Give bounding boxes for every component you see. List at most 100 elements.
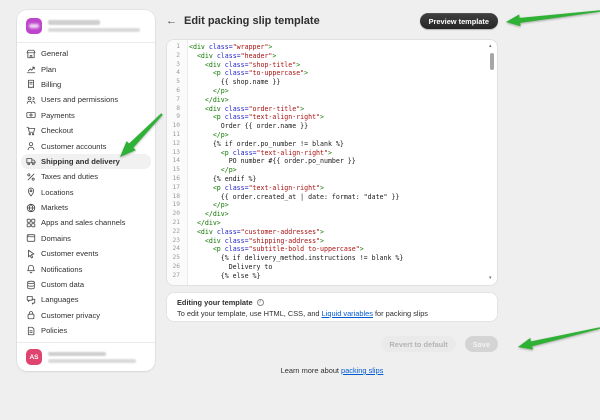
packing-slips-link[interactable]: packing slips — [341, 366, 383, 375]
settings-sidebar: General Plan Billing Users and permissio… — [17, 10, 155, 371]
document-icon — [26, 326, 36, 336]
sidebar-item-checkout[interactable]: Checkout — [21, 123, 151, 138]
page-header: ← Edit packing slip template Preview tem… — [166, 12, 498, 30]
line-number: 9 — [167, 113, 184, 122]
line-number: 19 — [167, 201, 184, 210]
info-icon[interactable]: i — [257, 299, 264, 306]
store-switcher[interactable] — [17, 10, 155, 43]
sidebar-item-taxes-and-duties[interactable]: Taxes and duties — [21, 169, 151, 184]
code-line[interactable]: 26 Delivery to — [167, 263, 487, 272]
line-number: 2 — [167, 52, 184, 61]
line-number: 13 — [167, 149, 184, 158]
domain-icon — [26, 233, 36, 243]
scrollbar-thumb[interactable] — [490, 53, 494, 70]
page-title: Edit packing slip template — [184, 15, 320, 27]
sidebar-item-customer-events[interactable]: Customer events — [21, 246, 151, 261]
account-switcher[interactable]: AS — [17, 342, 155, 371]
account-name-redacted — [48, 352, 106, 356]
liquid-variables-link[interactable]: Liquid variables — [322, 309, 373, 318]
translate-icon — [26, 295, 36, 305]
sidebar-item-customer-privacy[interactable]: Customer privacy — [21, 308, 151, 323]
code-line[interactable]: 6 </p> — [167, 87, 487, 96]
code-line[interactable]: 18 {{ order.created_at | date: format: "… — [167, 193, 487, 202]
sidebar-item-shipping-and-delivery[interactable]: Shipping and delivery — [21, 154, 151, 169]
line-number: 27 — [167, 272, 184, 281]
code-line[interactable]: 19 </p> — [167, 201, 487, 210]
code-line[interactable]: 22 <div class="customer-addresses"> — [167, 228, 487, 237]
line-number: 18 — [167, 193, 184, 202]
line-number: 15 — [167, 166, 184, 175]
line-number: 11 — [167, 131, 184, 140]
code-line[interactable]: 3 <div class="shop-title"> — [167, 61, 487, 70]
code-line[interactable]: 14 PO number #{{ order.po_number }} — [167, 157, 487, 166]
sidebar-item-domains[interactable]: Domains — [21, 231, 151, 246]
actions-row: Revert to default Save — [166, 336, 498, 352]
arrow-to-preview-template — [506, 10, 600, 26]
scroll-up-icon[interactable]: ▴ — [489, 44, 492, 49]
code-line[interactable]: 20 </div> — [167, 210, 487, 219]
revert-to-default-button[interactable]: Revert to default — [381, 336, 455, 352]
code-line[interactable]: 4 <p class="to-uppercase"> — [167, 69, 487, 78]
account-email-redacted — [48, 359, 136, 363]
line-number: 5 — [167, 78, 184, 87]
sidebar-item-locations[interactable]: Locations — [21, 185, 151, 200]
code-line[interactable]: 5 {{ shop.name }} — [167, 78, 487, 87]
code-line[interactable]: 1<div class="wrapper"> — [167, 43, 487, 52]
grid-icon — [26, 218, 36, 228]
cart-icon — [26, 126, 36, 136]
code-line[interactable]: 21 </div> — [167, 219, 487, 228]
line-number: 20 — [167, 210, 184, 219]
editing-info-panel: Editing your template i To edit your tem… — [166, 292, 498, 322]
code-line[interactable]: 12 {% if order.po_number != blank %} — [167, 140, 487, 149]
code-line[interactable]: 27 {% else %} — [167, 272, 487, 281]
store-domain-redacted — [48, 28, 140, 33]
editor-scrollbar[interactable]: ▴ ▾ — [488, 42, 496, 283]
sidebar-item-users-and-permissions[interactable]: Users and permissions — [21, 92, 151, 107]
code-line[interactable]: 16 {% endif %} — [167, 175, 487, 184]
code-line[interactable]: 24 <p class="subtitle-bold to-uppercase"… — [167, 245, 487, 254]
line-number: 25 — [167, 254, 184, 263]
sidebar-item-payments[interactable]: Payments — [21, 108, 151, 123]
code-line[interactable]: 11 </p> — [167, 131, 487, 140]
line-number: 22 — [167, 228, 184, 237]
code-line[interactable]: 15 </p> — [167, 166, 487, 175]
database-icon — [26, 280, 36, 290]
code-line[interactable]: 23 <div class="shipping-address"> — [167, 237, 487, 246]
save-button[interactable]: Save — [465, 336, 498, 352]
person-icon — [26, 141, 36, 151]
pin-icon — [26, 187, 36, 197]
code-line[interactable]: 17 <p class="text-align-right"> — [167, 184, 487, 193]
store-name-redacted — [48, 20, 100, 25]
code-line[interactable]: 9 <p class="text-align-right"> — [167, 113, 487, 122]
line-number: 17 — [167, 184, 184, 193]
code-editor[interactable]: 1<div class="wrapper">2 <div class="head… — [166, 39, 498, 286]
sidebar-item-billing[interactable]: Billing — [21, 77, 151, 92]
scroll-down-icon[interactable]: ▾ — [489, 276, 492, 281]
sidebar-item-plan[interactable]: Plan — [21, 61, 151, 76]
sidebar-item-notifications[interactable]: Notifications — [21, 261, 151, 276]
sidebar-item-markets[interactable]: Markets — [21, 200, 151, 215]
code-line[interactable]: 8 <div class="order-title"> — [167, 105, 487, 114]
code-line[interactable]: 13 <p class="text-align-right"> — [167, 149, 487, 158]
sidebar-item-customer-accounts[interactable]: Customer accounts — [21, 138, 151, 153]
code-line[interactable]: 10 Order {{ order.name }} — [167, 122, 487, 131]
store-icon — [26, 49, 36, 59]
sidebar-item-general[interactable]: General — [21, 46, 151, 61]
truck-icon — [26, 156, 36, 166]
code-line[interactable]: 2 <div class="header"> — [167, 52, 487, 61]
sidebar-item-policies[interactable]: Policies — [21, 323, 151, 338]
sidebar-item-apps-and-sales-channels[interactable]: Apps and sales channels — [21, 215, 151, 230]
info-panel-body: To edit your template, use HTML, CSS, an… — [177, 309, 487, 318]
sidebar-item-custom-data[interactable]: Custom data — [21, 277, 151, 292]
footer-note: Learn more about packing slips — [166, 366, 498, 375]
code-content[interactable]: 1<div class="wrapper">2 <div class="head… — [167, 43, 487, 281]
users-icon — [26, 95, 36, 105]
sidebar-item-languages[interactable]: Languages — [21, 292, 151, 307]
code-line[interactable]: 7 </div> — [167, 96, 487, 105]
line-number: 10 — [167, 122, 184, 131]
preview-template-button[interactable]: Preview template — [420, 13, 498, 29]
code-line[interactable]: 25 {% if delivery_method.instructions !=… — [167, 254, 487, 263]
line-number: 14 — [167, 157, 184, 166]
back-button[interactable]: ← — [166, 16, 177, 27]
line-number: 1 — [167, 43, 184, 52]
